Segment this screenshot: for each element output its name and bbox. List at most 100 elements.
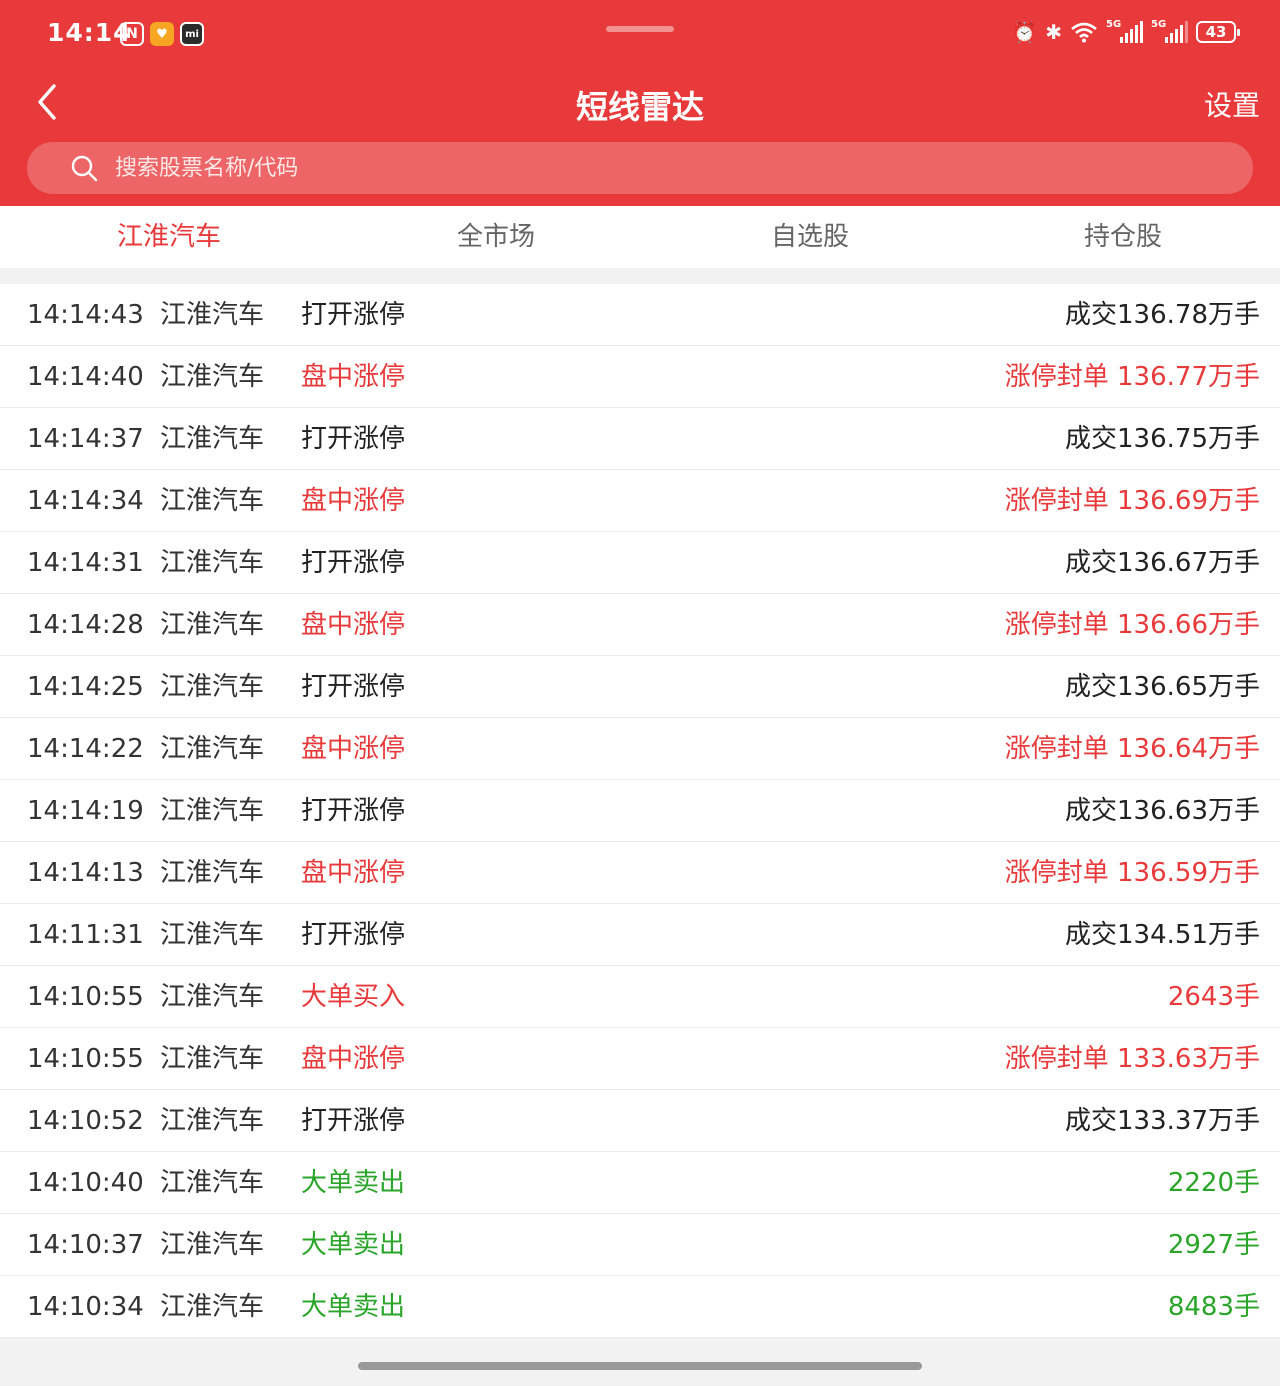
row-detail: 涨停封单 136.64万手 (1004, 734, 1260, 764)
list-item[interactable]: 14:14:19 江淮汽车 打开涨停 成交136.63万手 (0, 780, 1280, 842)
row-detail: 涨停封单 133.63万手 (1004, 1044, 1260, 1074)
row-time: 14:14:31 (27, 548, 144, 578)
row-detail: 成交136.63万手 (1065, 796, 1260, 826)
row-time: 14:14:19 (27, 796, 144, 826)
search-icon (71, 155, 98, 182)
row-stock-name: 江淮汽车 (160, 858, 265, 888)
row-event: 打开涨停 (301, 548, 406, 578)
row-time: 14:14:22 (27, 734, 144, 764)
row-time: 14:14:37 (27, 424, 144, 454)
list-item[interactable]: 14:10:37 江淮汽车 大单卖出 2927手 (0, 1214, 1280, 1276)
radar-list: 14:14:43 江淮汽车 打开涨停 成交136.78万手 14:14:40 江淮汽车 盘中… (0, 284, 1280, 1338)
row-event: 打开涨停 (301, 796, 406, 826)
row-stock-name: 江淮汽车 (160, 796, 265, 826)
row-stock-name: 江淮汽车 (160, 1044, 265, 1074)
row-event: 盘中涨停 (301, 1044, 406, 1074)
row-event: 盘中涨停 (301, 858, 406, 888)
status-right-icons: ⏰ ✱ 5G 5G 43 (1012, 19, 1240, 44)
list-item[interactable]: 14:10:34 江淮汽车 大单卖出 8483手 (0, 1276, 1280, 1338)
row-event: 大单卖出 (301, 1292, 406, 1322)
signal-5g-icon: 5G (1151, 19, 1188, 43)
row-time: 14:10:40 (27, 1168, 144, 1198)
list-item[interactable]: 14:11:31 江淮汽车 打开涨停 成交134.51万手 (0, 904, 1280, 966)
row-time: 14:10:55 (27, 982, 144, 1012)
list-item[interactable]: 14:10:55 江淮汽车 盘中涨停 涨停封单 133.63万手 (0, 1028, 1280, 1090)
row-time: 14:10:37 (27, 1230, 144, 1260)
row-stock-name: 江淮汽车 (160, 362, 265, 392)
row-detail: 涨停封单 136.69万手 (1004, 486, 1260, 516)
list-item[interactable]: 14:14:31 江淮汽车 打开涨停 成交136.67万手 (0, 532, 1280, 594)
row-stock-name: 江淮汽车 (160, 548, 265, 578)
row-event: 打开涨停 (301, 300, 406, 330)
row-time: 14:14:13 (27, 858, 144, 888)
row-event: 打开涨停 (301, 424, 406, 454)
row-event: 打开涨停 (301, 920, 406, 950)
row-stock-name: 江淮汽车 (160, 486, 265, 516)
page-title: 短线雷达 (575, 88, 704, 126)
list-item[interactable]: 14:14:40 江淮汽车 盘中涨停 涨停封单 136.77万手 (0, 346, 1280, 408)
row-detail: 成交136.65万手 (1065, 672, 1260, 702)
row-time: 14:14:43 (27, 300, 144, 330)
row-detail: 2927手 (1167, 1230, 1260, 1260)
row-stock-name: 江淮汽车 (160, 672, 265, 702)
row-detail: 成交134.51万手 (1065, 920, 1260, 950)
row-stock-name: 江淮汽车 (160, 610, 265, 640)
mi-icon: mi (180, 22, 204, 46)
row-event: 打开涨停 (301, 1106, 406, 1136)
status-bar: 14:14 N ♥ mi ⏰ ✱ 5G 5G 43 (0, 0, 1280, 70)
row-time: 14:14:40 (27, 362, 144, 392)
row-detail: 2643手 (1167, 982, 1260, 1012)
tab-bar: 江淮汽车 全市场 自选股 持仓股 (0, 206, 1280, 268)
row-detail: 2220手 (1167, 1168, 1260, 1198)
row-event: 盘中涨停 (301, 362, 406, 392)
list-item[interactable]: 14:14:25 江淮汽车 打开涨停 成交136.65万手 (0, 656, 1280, 718)
wifi-icon (1071, 22, 1097, 43)
row-stock-name: 江淮汽车 (160, 300, 265, 330)
row-detail: 涨停封单 136.59万手 (1004, 858, 1260, 888)
tab-watchlist[interactable]: 自选股 (654, 206, 966, 268)
list-item[interactable]: 14:14:28 江淮汽车 盘中涨停 涨停封单 136.66万手 (0, 594, 1280, 656)
status-left-icons: N ♥ mi (120, 22, 204, 46)
app-header: 14:14 N ♥ mi ⏰ ✱ 5G 5G 43 短线雷达 设置 (0, 0, 1280, 206)
list-item[interactable]: 14:14:13 江淮汽车 盘中涨停 涨停封单 136.59万手 (0, 842, 1280, 904)
list-item[interactable]: 14:14:34 江淮汽车 盘中涨停 涨停封单 136.69万手 (0, 470, 1280, 532)
row-detail: 成交136.67万手 (1065, 548, 1260, 578)
row-stock-name: 江淮汽车 (160, 1230, 265, 1260)
row-time: 14:14:34 (27, 486, 144, 516)
drag-handle (606, 26, 674, 32)
shield-icon: ♥ (150, 22, 174, 46)
list-item[interactable]: 14:10:40 江淮汽车 大单卖出 2220手 (0, 1152, 1280, 1214)
row-stock-name: 江淮汽车 (160, 1292, 265, 1322)
battery-icon: 43 (1196, 21, 1240, 43)
list-item[interactable]: 14:10:55 江淮汽车 大单买入 2643手 (0, 966, 1280, 1028)
row-detail: 8483手 (1167, 1292, 1260, 1322)
section-divider (0, 268, 1280, 284)
row-stock-name: 江淮汽车 (160, 424, 265, 454)
list-item[interactable]: 14:14:43 江淮汽车 打开涨停 成交136.78万手 (0, 284, 1280, 346)
tab-holdings[interactable]: 持仓股 (966, 206, 1280, 268)
row-time: 14:14:25 (27, 672, 144, 702)
row-detail: 成交136.78万手 (1065, 300, 1260, 330)
signal-5g-icon: 5G (1106, 19, 1143, 43)
row-event: 盘中涨停 (301, 734, 406, 764)
status-time: 14:14 (47, 18, 132, 47)
tab-all-market[interactable]: 全市场 (338, 206, 654, 268)
search-input[interactable] (115, 142, 1115, 194)
settings-button[interactable]: 设置 (1204, 84, 1260, 124)
list-item[interactable]: 14:14:22 江淮汽车 盘中涨停 涨停封单 136.64万手 (0, 718, 1280, 780)
search-bar[interactable] (27, 142, 1253, 194)
row-detail: 涨停封单 136.77万手 (1004, 362, 1260, 392)
row-event: 打开涨停 (301, 672, 406, 702)
home-indicator[interactable] (358, 1362, 922, 1370)
row-time: 14:14:28 (27, 610, 144, 640)
row-stock-name: 江淮汽车 (160, 1106, 265, 1136)
list-item[interactable]: 14:14:37 江淮汽车 打开涨停 成交136.75万手 (0, 408, 1280, 470)
row-detail: 涨停封单 136.66万手 (1004, 610, 1260, 640)
row-event: 盘中涨停 (301, 486, 406, 516)
row-event: 大单买入 (301, 982, 406, 1012)
row-stock-name: 江淮汽车 (160, 734, 265, 764)
tab-stock[interactable]: 江淮汽车 (0, 206, 338, 268)
row-event: 大单卖出 (301, 1230, 406, 1260)
list-item[interactable]: 14:10:52 江淮汽车 打开涨停 成交133.37万手 (0, 1090, 1280, 1152)
row-stock-name: 江淮汽车 (160, 1168, 265, 1198)
